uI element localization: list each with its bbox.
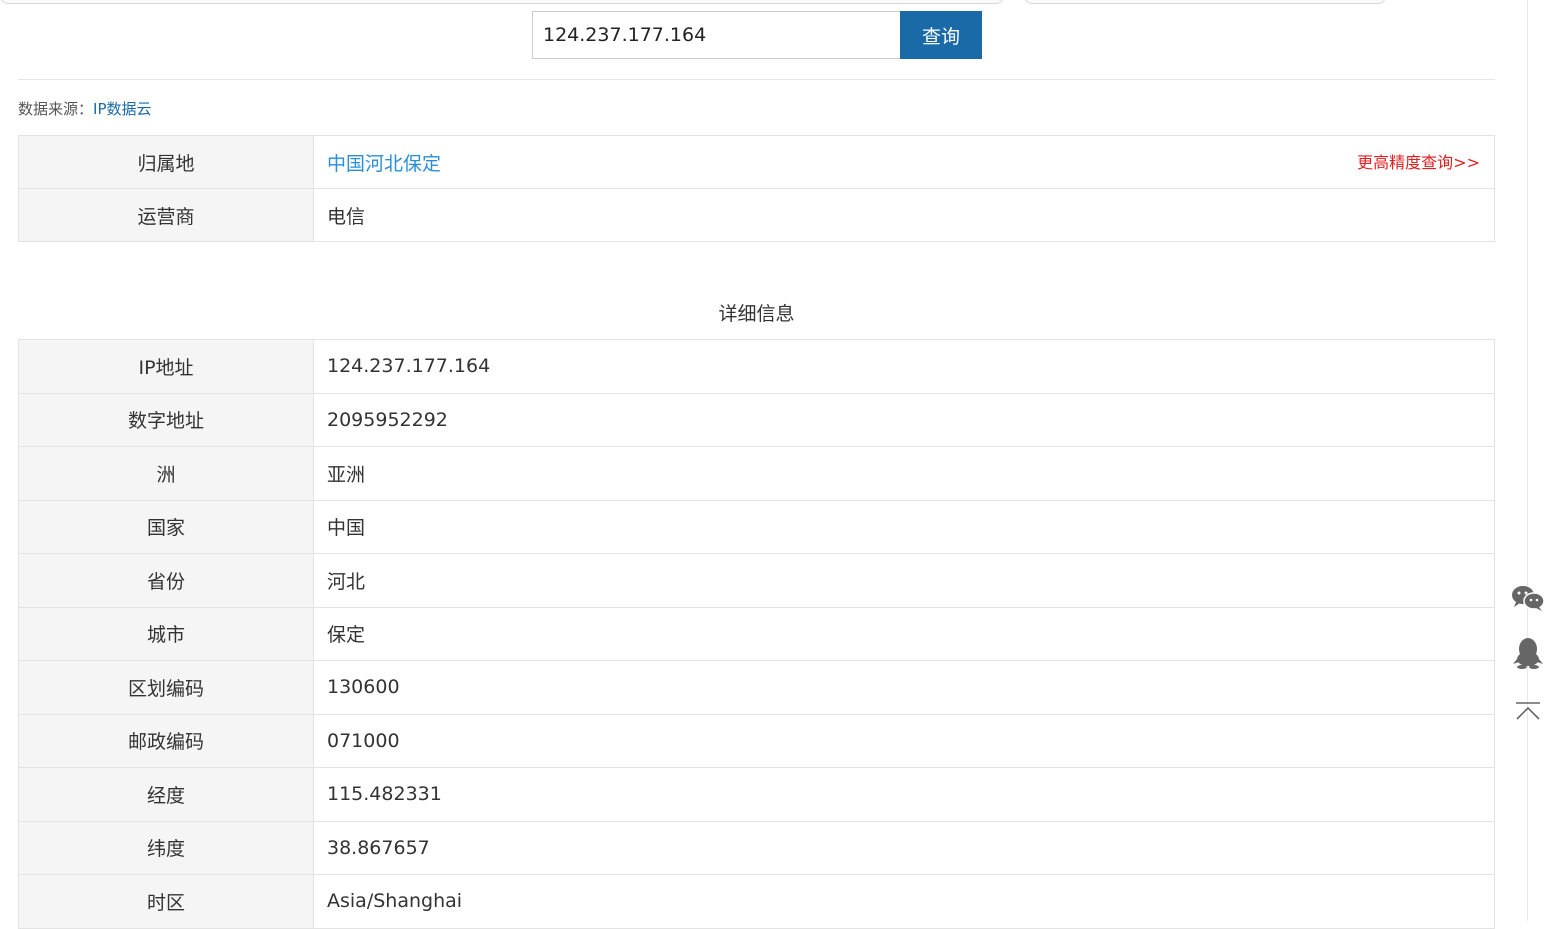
browser-tab-edge [0,0,1004,4]
row-value: 124.237.177.164 [313,339,1495,394]
table-row: 纬度 38.867657 [18,820,1495,875]
browser-tab-edge [1024,0,1386,4]
higher-precision-link[interactable]: 更高精度查询>> [1357,149,1480,173]
row-value: 中国 [313,499,1495,554]
table-row: 运营商 电信 [18,188,1495,242]
row-key: 省份 [18,553,314,608]
browser-top-strip [0,0,1551,8]
table-row: 数字地址 2095952292 [18,392,1495,447]
table-row: 邮政编码 071000 [18,713,1495,768]
row-value: 130600 [313,660,1495,715]
row-key: IP地址 [18,339,314,394]
table-row: 归属地 中国河北保定 更高精度查询>> [18,135,1495,189]
row-key: 归属地 [18,135,314,189]
data-source: 数据来源：IP数据云 [18,98,152,119]
row-key: 经度 [18,767,314,822]
back-to-top-icon [1516,702,1540,720]
divider [18,79,1495,80]
row-key: 纬度 [18,820,314,875]
table-row: 国家 中国 [18,499,1495,554]
row-key: 数字地址 [18,392,314,447]
table-row: 城市 保定 [18,606,1495,661]
row-key: 运营商 [18,188,314,242]
row-key: 城市 [18,606,314,661]
row-key: 区划编码 [18,660,314,715]
table-row: 时区 Asia/Shanghai [18,874,1495,929]
row-value: Asia/Shanghai [313,874,1495,929]
details-title: 详细信息 [718,303,795,325]
row-key: 国家 [18,499,314,554]
table-row: IP地址 124.237.177.164 [18,339,1495,394]
search-button[interactable]: 查询 [900,11,982,59]
qq-button[interactable] [1510,635,1546,671]
back-to-top-button[interactable] [1510,693,1546,729]
row-value: 亚洲 [313,446,1495,501]
row-value: 河北 [313,553,1495,608]
row-value: 071000 [313,713,1495,768]
table-row: 区划编码 130600 [18,660,1495,715]
search-bar: 查询 [532,11,982,59]
row-value: 38.867657 [313,820,1495,875]
details-table: IP地址 124.237.177.164 数字地址 2095952292 洲 亚… [18,339,1495,929]
location-link[interactable]: 中国河北保定 [327,153,441,175]
row-key: 时区 [18,874,314,929]
table-row: 洲 亚洲 [18,446,1495,501]
data-source-label: 数据来源： [18,100,94,118]
row-value: 中国河北保定 更高精度查询>> [313,135,1495,189]
row-value: 115.482331 [313,767,1495,822]
row-value: 2095952292 [313,392,1495,447]
table-row: 经度 115.482331 [18,767,1495,822]
table-row: 省份 河北 [18,553,1495,608]
ip-search-input[interactable] [532,11,900,59]
data-source-link[interactable]: IP数据云 [93,100,151,118]
row-key: 洲 [18,446,314,501]
wechat-button[interactable] [1510,580,1546,616]
summary-table: 归属地 中国河北保定 更高精度查询>> 运营商 电信 [18,135,1495,242]
wechat-icon [1512,586,1545,611]
qq-icon [1513,638,1543,669]
row-value: 电信 [313,188,1495,242]
row-key: 邮政编码 [18,713,314,768]
row-value: 保定 [313,606,1495,661]
side-toolbar [1527,0,1551,921]
